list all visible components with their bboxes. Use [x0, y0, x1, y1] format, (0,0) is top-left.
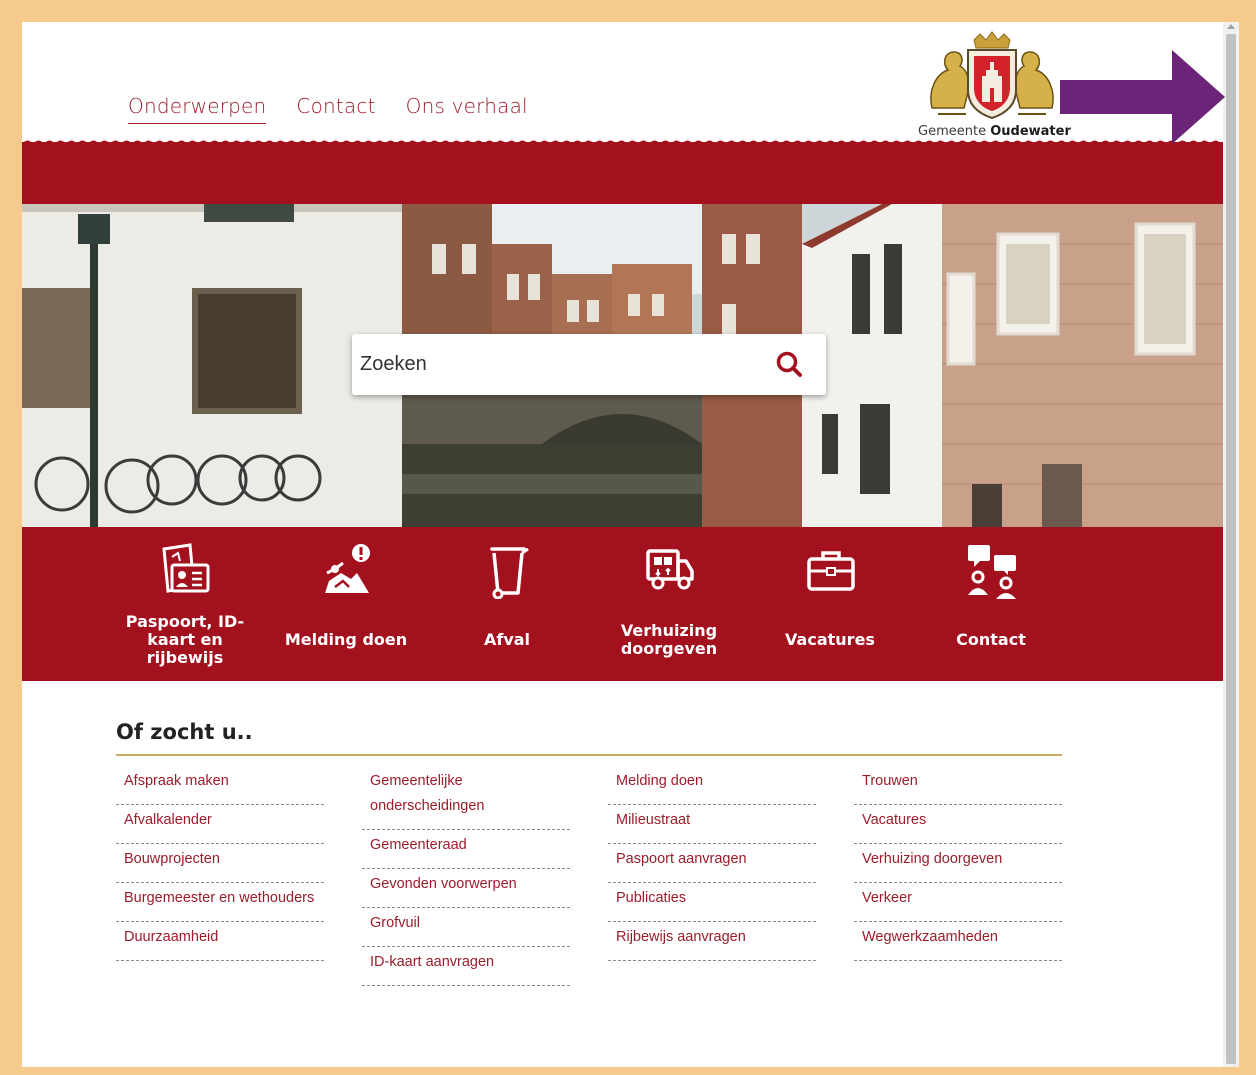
scallop-edge: [22, 134, 1223, 150]
coat-of-arms-icon: [930, 31, 1054, 120]
link-grofvuil[interactable]: Grofvuil: [362, 908, 570, 947]
chat-people-icon: [968, 545, 1016, 599]
tile-paspoort-label: Paspoort, ID-kaart en rijbewijs: [125, 612, 245, 667]
tile-vacatures-label: Vacatures: [785, 630, 875, 649]
search-box: [352, 334, 826, 395]
link-duurzaamheid[interactable]: Duurzaamheid: [116, 922, 324, 961]
moving-truck-icon: [646, 549, 694, 590]
link-afvalkalender[interactable]: Afvalkalender: [116, 805, 324, 844]
tile-melding[interactable]: Melding doen: [271, 527, 421, 681]
tile-afval-label: Afval: [483, 630, 531, 649]
scroll-thumb[interactable]: [1226, 34, 1236, 1064]
link-rijbewijs[interactable]: Rijbewijs aanvragen: [608, 922, 816, 961]
main-nav: Onderwerpen Contact Ons verhaal: [128, 94, 528, 124]
nav-contact[interactable]: Contact: [296, 94, 375, 124]
link-wegwerkzaamheden[interactable]: Wegwerkzaamheden: [854, 922, 1062, 961]
quick-links: Paspoort, ID-kaart en rijbewijs Melding …: [22, 527, 1223, 681]
tile-contact[interactable]: Contact: [916, 527, 1066, 681]
link-gemeenteraad[interactable]: Gemeenteraad: [362, 830, 570, 869]
id-card-icon: [162, 543, 210, 593]
suggestions-column-2: Gemeentelijke onderscheidingen Gemeenter…: [362, 766, 570, 986]
vertical-scrollbar[interactable]: [1223, 22, 1239, 1067]
tile-afval[interactable]: Afval: [432, 527, 582, 681]
link-trouwen[interactable]: Trouwen: [854, 766, 1062, 805]
header-band: [22, 142, 1223, 204]
link-gevonden-voorwerpen[interactable]: Gevonden voorwerpen: [362, 869, 570, 908]
tile-verhuizing[interactable]: Verhuizing doorgeven: [594, 527, 744, 681]
tile-contact-label: Contact: [956, 630, 1026, 649]
link-afspraak-maken[interactable]: Afspraak maken: [116, 766, 324, 805]
bin-icon: [490, 547, 529, 599]
link-paspoort[interactable]: Paspoort aanvragen: [608, 844, 816, 883]
suggestions-column-3: Melding doen Milieustraat Paspoort aanvr…: [608, 766, 816, 961]
nav-ons-verhaal[interactable]: Ons verhaal: [406, 94, 528, 124]
link-publicaties[interactable]: Publicaties: [608, 883, 816, 922]
tile-vacatures[interactable]: Vacatures: [755, 527, 905, 681]
suggestions-title: Of zocht u..: [116, 720, 253, 744]
report-icon: [325, 544, 370, 593]
suggestions-column-4: Trouwen Vacatures Verhuizing doorgeven V…: [854, 766, 1062, 961]
link-verhuizing[interactable]: Verhuizing doorgeven: [854, 844, 1062, 883]
search-button[interactable]: [772, 348, 808, 382]
tile-paspoort[interactable]: Paspoort, ID-kaart en rijbewijs: [110, 527, 260, 681]
search-input[interactable]: [360, 344, 760, 384]
link-id-kaart[interactable]: ID-kaart aanvragen: [362, 947, 570, 986]
link-verkeer[interactable]: Verkeer: [854, 883, 1062, 922]
scroll-up-arrow-icon[interactable]: [1227, 24, 1235, 29]
link-milieustraat[interactable]: Milieustraat: [608, 805, 816, 844]
link-vacatures[interactable]: Vacatures: [854, 805, 1062, 844]
link-onderscheidingen[interactable]: Gemeentelijke onderscheidingen: [362, 766, 570, 830]
tile-melding-label: Melding doen: [284, 630, 408, 649]
link-melding-doen[interactable]: Melding doen: [608, 766, 816, 805]
link-bouwprojecten[interactable]: Bouwprojecten: [116, 844, 324, 883]
link-burgemeester[interactable]: Burgemeester en wethouders: [116, 883, 324, 922]
suggestions-divider: [116, 754, 1062, 756]
briefcase-icon: [807, 551, 855, 591]
tile-verhuizing-label: Verhuizing doorgeven: [620, 621, 718, 658]
annotation-arrow-icon: [1060, 50, 1225, 144]
suggestions-column-1: Afspraak maken Afvalkalender Bouwproject…: [116, 766, 324, 961]
page: Onderwerpen Contact Ons verhaal Gemeente…: [22, 22, 1223, 1067]
municipality-logo[interactable]: Gemeente Oudewater: [918, 30, 1071, 142]
nav-onderwerpen[interactable]: Onderwerpen: [128, 94, 267, 124]
search-icon: [776, 351, 802, 377]
